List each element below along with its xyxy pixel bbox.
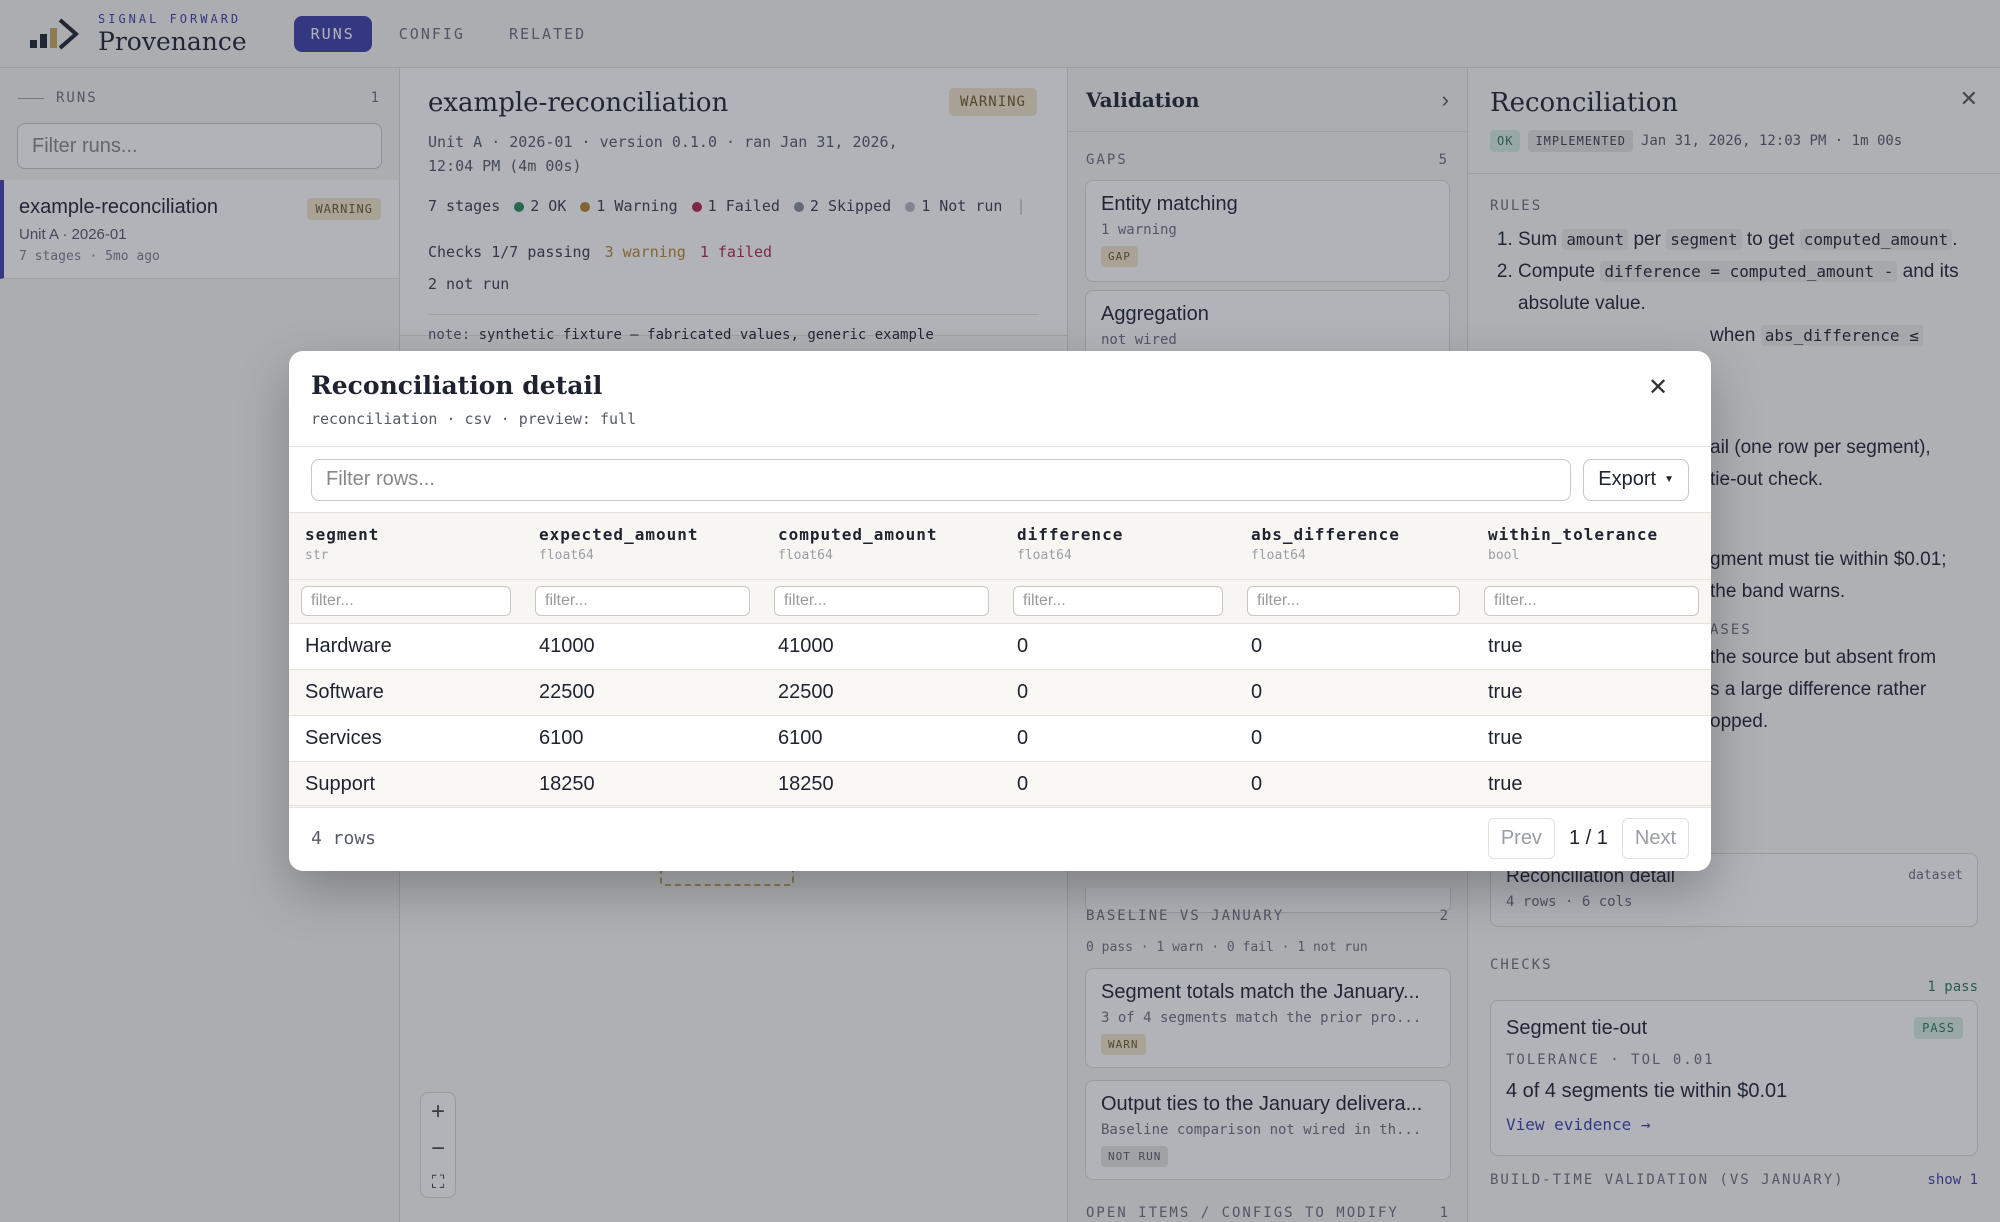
table-row: Hardware 41000 41000 0 0 true [289,623,1711,670]
column-filter-input[interactable]: filter... [774,586,989,616]
page-separator: / [1585,827,1592,849]
table-cell: 0 [1235,623,1472,670]
column-type: bool [1488,548,1520,563]
table-cell: true [1472,623,1711,670]
table-cell: true [1472,761,1711,808]
table-cell: 0 [1235,715,1472,762]
modal-subtitle: reconciliation · csv · preview: full [311,410,637,428]
table-cell: true [1472,669,1711,716]
table-cell: Hardware [289,623,523,670]
table-cell: 0 [1001,623,1235,670]
table-cell: Services [289,715,523,762]
column-type: float64 [1251,548,1306,563]
table-cell: 6100 [523,715,762,762]
table-cell: Software [289,669,523,716]
column-name: segment [305,525,380,544]
dataset-preview-modal: Reconciliation detail reconciliation · c… [289,351,1711,871]
data-table: segment str expected_amount float64 comput… [289,513,1711,808]
column-filter-input[interactable]: filter... [1247,586,1460,616]
page-current: 1 [1568,827,1581,849]
export-label: Export [1598,468,1657,490]
table-cell: 0 [1235,669,1472,716]
close-icon[interactable]: ✕ [1643,373,1673,403]
table-cell: 41000 [762,623,1001,670]
table-cell: 0 [1001,715,1235,762]
next-page-button[interactable]: Next [1621,818,1689,859]
column-name: expected_amount [539,525,699,544]
table-row: Support 18250 18250 0 0 true [289,761,1711,808]
pagination: Prev 1 / 1 Next [1487,818,1689,859]
table-cell: 41000 [523,623,762,670]
column-filter-input[interactable]: filter... [1484,586,1699,616]
column-filter-input[interactable]: filter... [1013,586,1223,616]
caret-down-icon: ▼ [1664,474,1674,485]
table-cell: 22500 [523,669,762,716]
table-row: Software 22500 22500 0 0 true [289,669,1711,716]
table-cell: 6100 [762,715,1001,762]
page-total: 1 [1596,827,1608,849]
column-name: abs_difference [1251,525,1400,544]
table-cell: Support [289,761,523,808]
table-cell: true [1472,715,1711,762]
table-cell: 0 [1001,761,1235,808]
table-row: Services 6100 6100 0 0 true [289,715,1711,762]
table-cell: 0 [1235,761,1472,808]
row-count: 4 rows [311,828,377,849]
table-cell: 22500 [762,669,1001,716]
column-filter-input[interactable]: filter... [301,586,511,616]
table-header-row: segment str expected_amount float64 comput… [289,513,1711,580]
table-cell: 18250 [762,761,1001,808]
column-header[interactable]: abs_difference float64 [1235,513,1472,580]
column-header[interactable]: within_tolerancebool [1472,513,1711,580]
prev-page-button[interactable]: Prev [1487,818,1555,859]
modal-title: Reconciliation detail [311,371,603,400]
column-type: float64 [539,548,594,563]
column-name: computed_amount [778,525,938,544]
export-button[interactable]: Export ▼ [1583,458,1689,501]
column-header[interactable]: segment str [289,513,523,580]
page-indicator: 1 / 1 [1561,827,1616,850]
table-cell: 18250 [523,761,762,808]
column-name: difference [1017,525,1124,544]
column-header[interactable]: difference float64 [1001,513,1235,580]
column-filter-input[interactable]: filter... [535,586,750,616]
column-filter-row: filter... filter... filter... filter... … [289,579,1711,624]
column-header[interactable]: computed_amount float64 [762,513,1001,580]
column-name: within_tolerance [1488,525,1659,544]
column-type: str [305,548,329,563]
column-type: float64 [1017,548,1072,563]
table-cell: 0 [1001,669,1235,716]
filter-rows-input[interactable]: Filter rows... [311,458,1572,501]
column-type: float64 [778,548,833,563]
column-header[interactable]: expected_amount float64 [523,513,762,580]
